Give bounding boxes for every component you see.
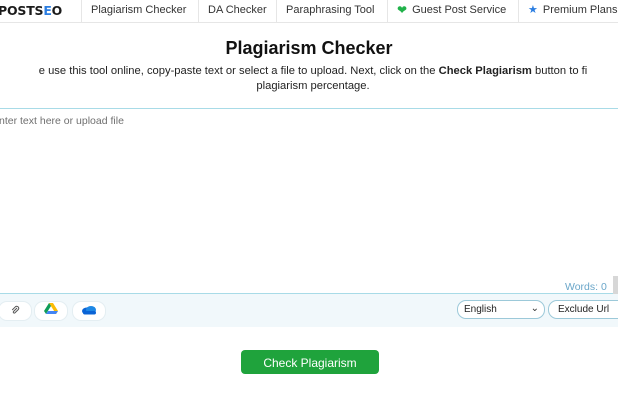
description-text-end: button to fi (531, 65, 588, 77)
nav-item-label: Premium Plans (542, 4, 618, 16)
logo-text-accent: E (43, 3, 52, 18)
nav-item-label: Paraphrasing Tool (286, 4, 375, 16)
google-drive-icon (44, 302, 58, 320)
star-icon: ★ (528, 4, 538, 17)
nav-item-label: Guest Post Service (412, 4, 507, 16)
chevron-down-icon: ⌄ (530, 303, 539, 314)
editor-toolbar: English ⌄ Exclude Url (0, 294, 618, 327)
word-count: Words: 0 (565, 281, 607, 293)
description-line2: plagiarism percentage. (256, 80, 370, 92)
exclude-url-button[interactable]: Exclude Url (548, 300, 618, 319)
nav-guest-post-service[interactable]: ❤ Guest Post Service (387, 0, 515, 22)
nav-premium-plans[interactable]: ★ Premium Plans (518, 0, 618, 22)
check-plagiarism-button[interactable]: Check Plagiarism (241, 350, 379, 374)
language-select[interactable]: English ⌄ (457, 300, 545, 319)
nav-item-label: DA Checker (208, 4, 267, 16)
text-input[interactable] (0, 109, 611, 275)
description-bold: Check Plagiarism (438, 65, 532, 77)
logo-text-main: POSTS (0, 3, 44, 18)
onedrive-button[interactable] (72, 301, 106, 321)
postseo-logo[interactable]: POSTSEO (0, 3, 62, 18)
text-editor-box: Words: 0 (0, 108, 618, 296)
nav-da-checker[interactable]: DA Checker (198, 0, 276, 22)
google-drive-button[interactable] (34, 301, 68, 321)
page-description: e use this tool online, copy-paste text … (0, 64, 618, 94)
heart-icon: ❤ (397, 3, 408, 18)
nav-plagiarism-checker[interactable]: Plagiarism Checker (81, 0, 195, 22)
attach-icon (10, 302, 20, 320)
page-title: Plagiarism Checker (225, 38, 393, 58)
top-navigation: POSTSEO Plagiarism Checker DA Checker Pa… (0, 0, 618, 23)
scrollbar-handle[interactable] (613, 276, 618, 296)
logo-text-end: O (51, 3, 63, 18)
language-selected-value: English (464, 304, 497, 315)
description-text: e use this tool online, copy-paste text … (38, 65, 439, 77)
attach-file-button[interactable] (0, 301, 32, 321)
nav-paraphrasing-tool[interactable]: Paraphrasing Tool (276, 0, 383, 22)
nav-item-label: Plagiarism Checker (91, 4, 187, 16)
onedrive-icon (81, 302, 97, 320)
